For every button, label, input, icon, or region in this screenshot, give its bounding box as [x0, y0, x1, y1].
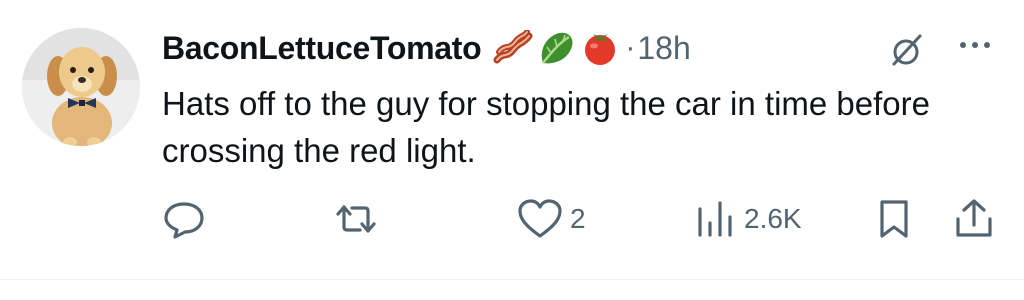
- bookmark-button[interactable]: [874, 194, 914, 244]
- timestamp[interactable]: 18h: [637, 30, 690, 67]
- tweet-text: Hats off to the guy for stopping the car…: [162, 85, 930, 169]
- views-chart-icon: [698, 201, 732, 237]
- name-emojis: [493, 29, 619, 67]
- username[interactable]: BaconLettuceTomato: [162, 30, 482, 67]
- share-icon: [956, 199, 992, 237]
- reply-icon: [164, 202, 204, 239]
- bookmark-icon: [880, 200, 908, 238]
- grok-button[interactable]: [886, 30, 926, 70]
- separator: ·: [625, 31, 636, 64]
- like-button[interactable]: 2: [516, 194, 586, 244]
- like-count: 2: [570, 203, 586, 234]
- tomato-icon: [585, 34, 616, 65]
- reply-button[interactable]: [162, 194, 212, 244]
- more-options-button[interactable]: [950, 30, 1000, 60]
- puppy-avatar-icon: [22, 28, 140, 146]
- tweet[interactable]: BaconLettuceTomato · 18h Hats off to the…: [0, 0, 1024, 280]
- bacon-icon: [493, 30, 533, 64]
- share-button[interactable]: [952, 194, 996, 244]
- avatar[interactable]: [22, 28, 140, 146]
- heart-icon: [518, 199, 562, 238]
- more-horizontal-icon: [960, 42, 990, 48]
- tweet-header: BaconLettuceTomato · 18h: [162, 24, 691, 72]
- views-count: 2.6K: [744, 203, 802, 234]
- retweet-button[interactable]: [330, 194, 388, 244]
- lettuce-icon: [542, 32, 573, 64]
- views-button[interactable]: 2.6K: [694, 194, 802, 244]
- grok-icon: [892, 34, 922, 66]
- divider: [0, 279, 1024, 280]
- tweet-actions: 2 2.6K: [0, 194, 1024, 244]
- retweet-icon: [336, 205, 376, 233]
